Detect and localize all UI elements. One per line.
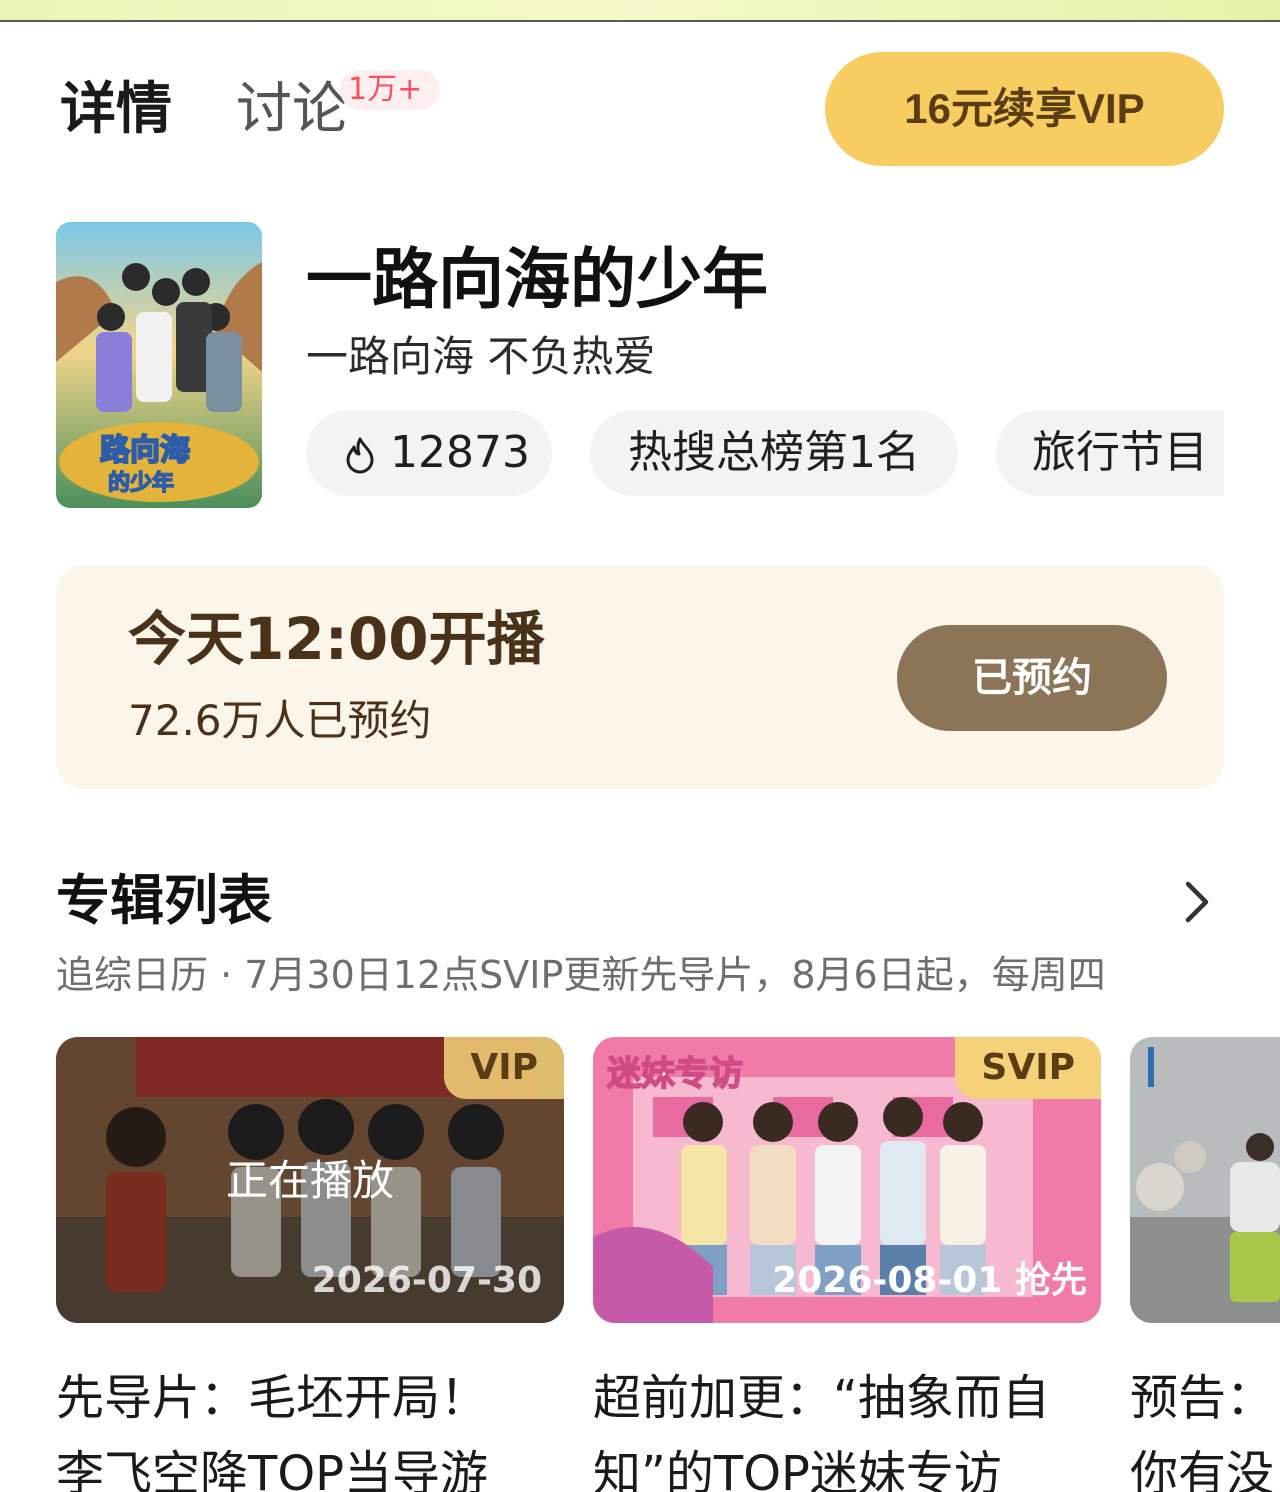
episode-card[interactable]: 迷妹专访 SVIP 2026-08-01 抢先 bbox=[593, 1037, 1101, 1323]
show-poster[interactable]: 路向海 的少年 bbox=[56, 222, 262, 508]
reservation-count: 72.6万人已预约 bbox=[128, 696, 432, 745]
reserved-button[interactable]: 已预约 bbox=[897, 625, 1167, 731]
premiere-time: 今天12:00开播 bbox=[128, 605, 545, 673]
tab-details[interactable]: 详情 bbox=[60, 78, 172, 142]
episode-card[interactable] bbox=[1130, 1037, 1280, 1323]
episode-date: 2026-08-01 抢先 bbox=[772, 1260, 1087, 1301]
schedule-card: 今天12:00开播 72.6万人已预约 已预约 bbox=[56, 565, 1224, 789]
episode-overlay-title: 迷妹专访 bbox=[607, 1054, 743, 1094]
rank-tag[interactable]: 热搜总榜第1名 bbox=[590, 410, 958, 496]
flame-icon bbox=[346, 437, 374, 474]
heat-value: 12873 bbox=[390, 427, 530, 478]
svip-badge: SVIP bbox=[955, 1037, 1101, 1099]
album-calendar-note: 追综日历 · 7月30日12点SVIP更新先导片，8月6日起，每周四 bbox=[56, 953, 1106, 997]
discussion-count-badge: 1万+ bbox=[340, 70, 441, 110]
episode-title[interactable]: 预告： 你有没 bbox=[1130, 1360, 1280, 1492]
now-playing-label: 正在播放 bbox=[225, 1156, 394, 1205]
episode-title[interactable]: 超前加更：“抽象而自 知”的TOP迷妹专访 bbox=[593, 1360, 1103, 1492]
svg-text:的少年: 的少年 bbox=[108, 470, 174, 496]
genre-tag[interactable]: 旅行节目 bbox=[996, 410, 1224, 496]
episode-date: 2026-07-30 bbox=[311, 1260, 542, 1301]
episode-title[interactable]: 先导片：毛坯开局！ 李飞空降TOP当导游 bbox=[56, 1360, 566, 1492]
show-slogan: 一路向海 不负热爱 bbox=[306, 332, 656, 381]
renew-vip-button[interactable]: 16元续享VIP bbox=[825, 52, 1224, 166]
episode-card[interactable]: VIP 正在播放 2026-07-30 bbox=[56, 1037, 564, 1323]
album-list-title: 专辑列表 bbox=[56, 869, 272, 932]
vip-badge: VIP bbox=[444, 1037, 564, 1099]
tab-discussion[interactable]: 讨论 bbox=[236, 78, 348, 142]
show-title: 一路向海的少年 bbox=[306, 241, 768, 318]
svg-text:路向海: 路向海 bbox=[100, 433, 190, 468]
chevron-right-icon[interactable] bbox=[1176, 878, 1216, 926]
status-strip bbox=[0, 0, 1280, 22]
heat-tag[interactable]: 12873 bbox=[306, 410, 552, 496]
